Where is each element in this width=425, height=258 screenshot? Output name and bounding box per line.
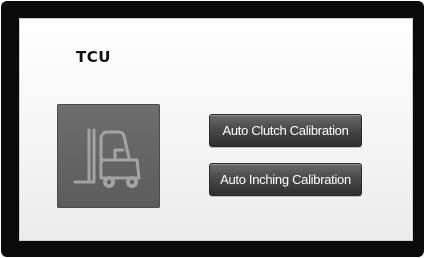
auto-inching-calibration-button[interactable]: Auto Inching Calibration bbox=[209, 163, 362, 196]
forklift-icon bbox=[73, 128, 141, 188]
page-title: TCU bbox=[76, 48, 111, 66]
forklift-tile bbox=[57, 104, 160, 208]
auto-inching-calibration-label: Auto Inching Calibration bbox=[220, 172, 351, 187]
auto-clutch-calibration-label: Auto Clutch Calibration bbox=[222, 123, 349, 138]
auto-clutch-calibration-button[interactable]: Auto Clutch Calibration bbox=[209, 114, 362, 147]
